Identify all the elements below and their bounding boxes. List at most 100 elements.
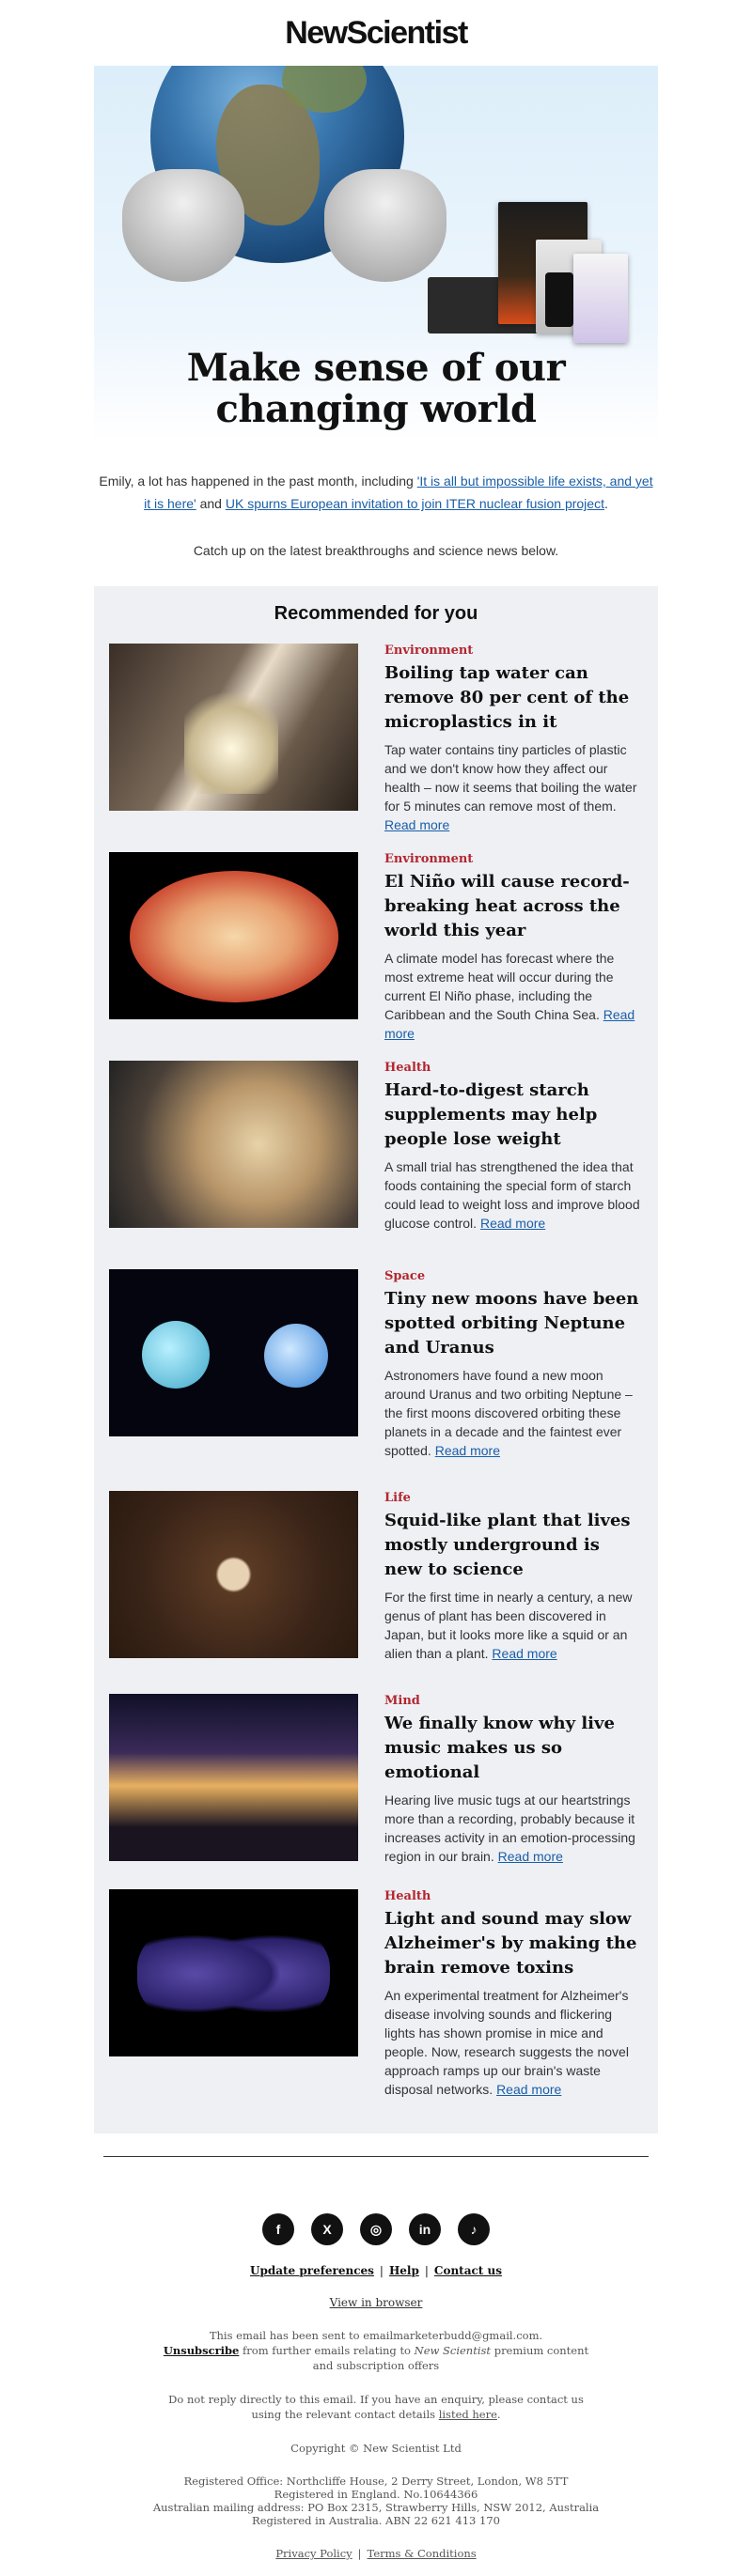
hero-headline: Make sense of our changing world (94, 348, 658, 430)
neptune-image (264, 1324, 328, 1388)
instagram-icon[interactable]: ◎ (360, 2213, 392, 2245)
read-more-link[interactable]: Read more (496, 2082, 561, 2097)
article-description-text: Astronomers have found a new moon around… (384, 1368, 633, 1458)
x-icon[interactable]: X (311, 2213, 343, 2245)
registered-line1: Registered Office: Northcliffe House, 2 … (183, 2475, 569, 2488)
view-in-browser: View in browser (0, 2296, 752, 2309)
phone-image (545, 272, 573, 327)
article-category: Health (384, 1889, 431, 1903)
article-thumbnail[interactable] (109, 1889, 358, 2056)
email-body: NewScientist Make sense of our changing … (0, 0, 752, 2561)
unsubscribe-link[interactable]: Unsubscribe (164, 2344, 240, 2357)
read-more-link[interactable]: Read more (498, 1849, 563, 1864)
sent-to-notice: This email has been sent to emailmarkete… (0, 2328, 752, 2373)
hero-headline-line2: changing world (215, 387, 537, 431)
article-card: Mind We finally know why live music make… (94, 1694, 658, 1889)
terms-link[interactable]: Terms & Conditions (368, 2547, 477, 2560)
unsubscribe-italic: New Scientist (414, 2344, 492, 2357)
article-card: Space Tiny new moons have been spotted o… (94, 1269, 658, 1491)
do-not-reply-notice: Do not reply directly to this email. If … (0, 2392, 752, 2422)
read-more-link[interactable]: Read more (384, 817, 449, 832)
new-scientist-logo[interactable]: NewScientist (285, 15, 468, 52)
article-content: Life Squid-like plant that lives mostly … (384, 1491, 643, 1694)
article-content: Mind We finally know why live music make… (384, 1694, 643, 1889)
tiktok-icon[interactable]: ♪ (458, 2213, 490, 2245)
article-description: Tap water contains tiny particles of pla… (384, 740, 643, 834)
registered-line3: Australian mailing address: PO Box 2315,… (152, 2501, 600, 2514)
article-title[interactable]: Hard-to-digest starch supplements may he… (384, 1079, 643, 1152)
unsubscribe-text-a: from further emails relating to (239, 2344, 415, 2357)
article-card: Environment El Niño will cause record-br… (94, 852, 658, 1061)
contact-us-link[interactable]: Contact us (434, 2264, 502, 2277)
article-description: An experimental treatment for Alzheimer'… (384, 1986, 643, 2099)
article-category: Space (384, 1269, 426, 1283)
recommended-section: Recommended for you Environment Boiling … (94, 586, 658, 2134)
article-description: A climate model has forecast where the m… (384, 949, 643, 1043)
article-description-text: Tap water contains tiny particles of pla… (384, 742, 637, 814)
article-category: Environment (384, 852, 474, 866)
help-link[interactable]: Help (389, 2264, 419, 2277)
article-thumbnail[interactable] (109, 1491, 358, 1658)
do-not-reply-suffix: . (496, 2408, 501, 2421)
divider (103, 2156, 649, 2157)
unsubscribe-line2: and subscription offers (312, 2359, 440, 2372)
update-preferences-link[interactable]: Update preferences (250, 2264, 374, 2277)
article-title[interactable]: We finally know why live music makes us … (384, 1712, 643, 1785)
article-card: Environment Boiling tap water can remove… (94, 644, 658, 852)
privacy-policy-link[interactable]: Privacy Policy (275, 2547, 352, 2560)
article-category: Environment (384, 644, 474, 658)
article-title[interactable]: Boiling tap water can remove 80 per cent… (384, 661, 643, 735)
article-description-text: A climate model has forecast where the m… (384, 951, 615, 1022)
hero-banner[interactable]: Make sense of our changing world (94, 66, 658, 442)
article-card: Health Hard-to-digest starch supplements… (94, 1061, 658, 1269)
registered-line2: Registered in England. No.10644366 (274, 2488, 478, 2501)
registered-line4: Registered in Australia. ABN 22 621 413 … (252, 2514, 500, 2527)
intro-article-link-2[interactable]: UK spurns European invitation to join IT… (226, 496, 604, 511)
intro-prefix: Emily, a lot has happened in the past mo… (99, 473, 417, 489)
separator: | (379, 2264, 384, 2277)
article-category: Mind (384, 1694, 420, 1708)
article-thumbnail[interactable] (109, 1061, 358, 1228)
article-thumbnail[interactable] (109, 644, 358, 811)
article-description: Astronomers have found a new moon around… (384, 1366, 643, 1460)
article-title[interactable]: Tiny new moons have been spotted orbitin… (384, 1287, 643, 1360)
registered-address: Registered Office: Northcliffe House, 2 … (0, 2475, 752, 2527)
article-description: For the first time in nearly a century, … (384, 1588, 643, 1663)
copyright: Copyright © New Scientist Ltd (290, 2442, 462, 2455)
view-in-browser-link[interactable]: View in browser (330, 2296, 423, 2309)
facebook-icon[interactable]: f (262, 2213, 294, 2245)
article-card: Life Squid-like plant that lives mostly … (94, 1491, 658, 1694)
article-content: Space Tiny new moons have been spotted o… (384, 1269, 643, 1491)
article-thumbnail[interactable] (109, 852, 358, 1019)
article-content: Environment El Niño will cause record-br… (384, 852, 643, 1061)
article-category: Life (384, 1491, 411, 1505)
article-content: Environment Boiling tap water can remove… (384, 644, 643, 852)
sent-to-text: This email has been sent to emailmarkete… (209, 2329, 543, 2342)
linkedin-icon[interactable]: in (409, 2213, 441, 2245)
article-title[interactable]: Light and sound may slow Alzheimer's by … (384, 1907, 643, 1980)
separator: | (357, 2547, 362, 2560)
read-more-link[interactable]: Read more (492, 1646, 556, 1661)
listed-here-link[interactable]: listed here (439, 2408, 497, 2421)
do-not-reply-line2: using the relevant contact details (251, 2408, 439, 2421)
article-title[interactable]: Squid-like plant that lives mostly under… (384, 1509, 643, 1582)
article-description: Hearing live music tugs at our heartstri… (384, 1791, 643, 1866)
hero-headline-line1: Make sense of our (186, 346, 566, 390)
social-links: f X ◎ in ♪ (0, 2213, 752, 2245)
intro-suffix: . (603, 496, 608, 511)
article-thumbnail[interactable] (109, 1694, 358, 1861)
header: NewScientist (0, 0, 752, 66)
separator: | (424, 2264, 429, 2277)
article-thumbnail[interactable] (109, 1269, 358, 1436)
read-more-link[interactable]: Read more (480, 1216, 545, 1231)
uranus-image (142, 1321, 210, 1389)
magazine-cover-image (573, 254, 628, 343)
article-content: Health Hard-to-digest starch supplements… (384, 1061, 643, 1269)
unsubscribe-text-b: premium content (491, 2344, 589, 2357)
article-title[interactable]: El Niño will cause record-breaking heat … (384, 870, 643, 943)
article-description: A small trial has strengthened the idea … (384, 1157, 643, 1233)
article-content: Health Light and sound may slow Alzheime… (384, 1889, 643, 2115)
intro-middle: and (196, 496, 226, 511)
robot-hand-left-image (122, 169, 244, 282)
read-more-link[interactable]: Read more (435, 1443, 500, 1458)
